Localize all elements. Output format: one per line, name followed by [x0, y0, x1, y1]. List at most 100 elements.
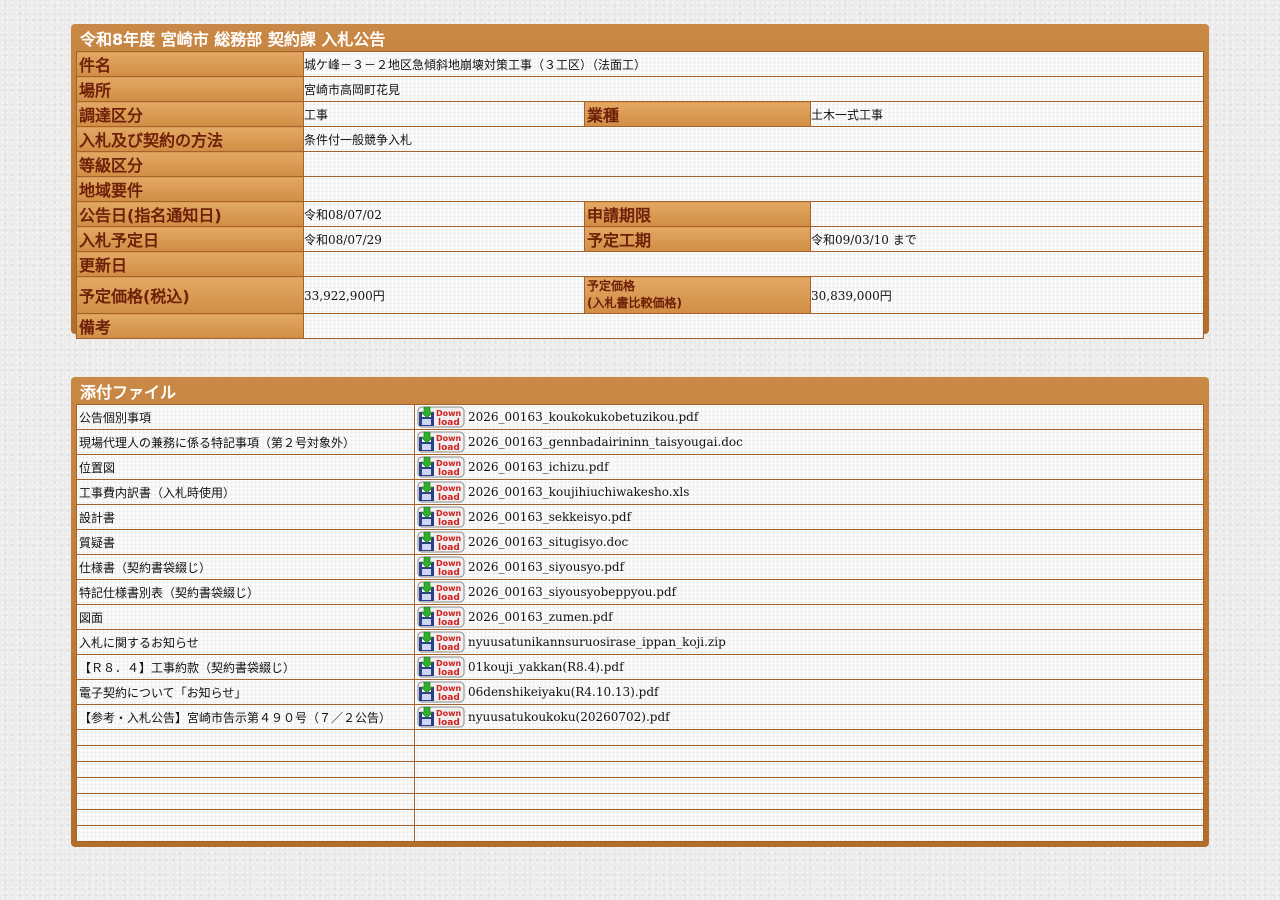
attachments-title: 添付ファイル	[80, 383, 177, 402]
attachment-name: 工事費内訳書（入札時使用）	[76, 479, 415, 505]
empty-cell	[76, 761, 415, 778]
label-subject: 件名	[76, 51, 304, 77]
svg-text:load: load	[438, 493, 460, 503]
attachment-file-cell: Down load 2026_00163_gennbadairininn_tai…	[414, 429, 1204, 455]
attachment-download-link[interactable]: Down load 2026_00163_zumen.pdf	[416, 606, 1203, 628]
attachment-download-link[interactable]: Down load 2026_00163_koukokukobetuzikou.…	[416, 406, 1203, 428]
svg-text:load: load	[438, 518, 460, 528]
download-icon[interactable]: Down load	[417, 506, 465, 528]
attachment-filename[interactable]: 2026_00163_siyousyo.pdf	[468, 560, 624, 574]
attachment-name: 公告個別事項	[76, 404, 415, 430]
attachment-filename[interactable]: 2026_00163_siyousyobeppyou.pdf	[468, 585, 676, 599]
attachment-file-cell: Down load 01kouji_yakkan(R8.4).pdf	[414, 654, 1204, 680]
attachment-filename[interactable]: nyuusatukoukoku(20260702).pdf	[468, 710, 670, 724]
attachment-download-link[interactable]: Down load 2026_00163_gennbadairininn_tai…	[416, 431, 1203, 453]
attachment-row: 図面 Down load 2026_00163_zumen.pdf	[76, 604, 1204, 630]
download-icon[interactable]: Down load	[417, 706, 465, 728]
download-icon[interactable]: Down load	[417, 481, 465, 503]
empty-cell	[76, 745, 415, 762]
download-icon[interactable]: Down load	[417, 556, 465, 578]
empty-cell	[76, 777, 415, 794]
attachment-filename[interactable]: 2026_00163_gennbadairininn_taisyougai.do…	[468, 435, 743, 449]
label-comparison-price-line1: 予定価格	[587, 279, 636, 293]
value-industry: 土木一式工事	[810, 101, 1204, 127]
download-icon[interactable]: Down load	[417, 631, 465, 653]
download-icon[interactable]: Down load	[417, 406, 465, 428]
empty-cell	[414, 809, 1204, 826]
download-icon[interactable]: Down load	[417, 606, 465, 628]
attachment-name: 特記仕様書別表（契約書袋綴じ）	[76, 579, 415, 605]
attachment-row: 現場代理人の兼務に係る特記事項（第２号対象外） Down load 2026_0…	[76, 429, 1204, 455]
label-comparison-price-line2: (入札書比較価格)	[587, 296, 682, 310]
attachment-download-link[interactable]: Down load 01kouji_yakkan(R8.4).pdf	[416, 656, 1203, 678]
svg-text:load: load	[438, 543, 460, 553]
notice-title: 令和8年度 宮崎市 総務部 契約課 入札公告	[80, 30, 386, 49]
attachment-download-link[interactable]: Down load 2026_00163_koujihiuchiwakesho.…	[416, 481, 1203, 503]
attachment-download-link[interactable]: Down load 06denshikeiyaku(R4.10.13).pdf	[416, 681, 1203, 703]
download-icon[interactable]: Down load	[417, 681, 465, 703]
attachment-filename[interactable]: 2026_00163_koukokukobetuzikou.pdf	[468, 410, 698, 424]
attachment-filename[interactable]: nyuusatunikannsuruosirase_ippan_koji.zip	[468, 635, 726, 649]
download-icon[interactable]: Down load	[417, 431, 465, 453]
attachment-filename[interactable]: 06denshikeiyaku(R4.10.13).pdf	[468, 685, 658, 699]
row-price: 予定価格(税込) 33,922,900円 予定価格 (入札書比較価格) 30,8…	[76, 276, 1204, 314]
svg-text:load: load	[438, 443, 460, 453]
attachment-download-link[interactable]: Down load nyuusatunikannsuruosirase_ippa…	[416, 631, 1203, 653]
attachment-filename[interactable]: 2026_00163_ichizu.pdf	[468, 460, 609, 474]
attachment-empty-row	[76, 761, 1204, 778]
row-subject: 件名 城ケ峰－３－２地区急傾斜地崩壊対策工事（３工区）（法面工）	[76, 51, 1204, 77]
value-announce-date: 令和08/07/02	[303, 201, 585, 227]
svg-text:Down: Down	[436, 659, 462, 668]
row-region: 地域要件	[76, 176, 1204, 202]
attachment-download-link[interactable]: Down load 2026_00163_situgisyo.doc	[416, 531, 1203, 553]
download-icon[interactable]: Down load	[417, 581, 465, 603]
svg-text:Down: Down	[436, 509, 462, 518]
attachment-filename[interactable]: 01kouji_yakkan(R8.4).pdf	[468, 660, 624, 674]
label-industry: 業種	[584, 101, 811, 127]
attachment-name: 仕様書（契約書袋綴じ）	[76, 554, 415, 580]
value-procurement: 工事	[303, 101, 585, 127]
svg-text:Down: Down	[436, 459, 462, 468]
attachment-filename[interactable]: 2026_00163_sekkeisyo.pdf	[468, 510, 631, 524]
svg-text:Down: Down	[436, 634, 462, 643]
attachment-download-link[interactable]: Down load 2026_00163_sekkeisyo.pdf	[416, 506, 1203, 528]
attachment-file-cell: Down load 2026_00163_koujihiuchiwakesho.…	[414, 479, 1204, 505]
attachment-name: 図面	[76, 604, 415, 630]
attachment-empty-row	[76, 793, 1204, 810]
attachment-file-cell: Down load 06denshikeiyaku(R4.10.13).pdf	[414, 679, 1204, 705]
label-method: 入札及び契約の方法	[76, 126, 304, 152]
attachment-name: 質疑書	[76, 529, 415, 555]
download-icon[interactable]: Down load	[417, 531, 465, 553]
attachment-row: 工事費内訳書（入札時使用） Down load 2026_00163_kouji…	[76, 479, 1204, 505]
row-method: 入札及び契約の方法 条件付一般競争入札	[76, 126, 1204, 152]
svg-text:load: load	[438, 693, 460, 703]
attachment-row: 電子契約について「お知らせ」 Down load 06denshikeiyaku…	[76, 679, 1204, 705]
svg-text:load: load	[438, 418, 460, 428]
svg-text:Down: Down	[436, 434, 462, 443]
attachment-file-cell: Down load 2026_00163_sekkeisyo.pdf	[414, 504, 1204, 530]
svg-text:Down: Down	[436, 609, 462, 618]
attachment-download-link[interactable]: Down load 2026_00163_siyousyobeppyou.pdf	[416, 581, 1203, 603]
svg-text:Down: Down	[436, 584, 462, 593]
label-estimated-price: 予定価格(税込)	[76, 276, 304, 314]
label-procurement: 調達区分	[76, 101, 304, 127]
svg-text:Down: Down	[436, 484, 462, 493]
attachment-filename[interactable]: 2026_00163_situgisyo.doc	[468, 535, 628, 549]
download-icon[interactable]: Down load	[417, 456, 465, 478]
svg-text:load: load	[438, 668, 460, 678]
download-icon[interactable]: Down load	[417, 656, 465, 678]
svg-text:Down: Down	[436, 709, 462, 718]
attachments-table: 公告個別事項 Down load 2026_00163_koukokukobet…	[76, 404, 1204, 842]
attachment-download-link[interactable]: Down load nyuusatukoukoku(20260702).pdf	[416, 706, 1203, 728]
attachment-filename[interactable]: 2026_00163_zumen.pdf	[468, 610, 613, 624]
attachment-download-link[interactable]: Down load 2026_00163_siyousyo.pdf	[416, 556, 1203, 578]
empty-cell	[76, 729, 415, 746]
empty-cell	[76, 793, 415, 810]
label-construction-period: 予定工期	[584, 226, 811, 252]
svg-text:Down: Down	[436, 684, 462, 693]
attachment-filename[interactable]: 2026_00163_koujihiuchiwakesho.xls	[468, 485, 689, 499]
svg-text:Down: Down	[436, 559, 462, 568]
value-application-deadline	[810, 201, 1204, 227]
attachment-download-link[interactable]: Down load 2026_00163_ichizu.pdf	[416, 456, 1203, 478]
attachment-empty-row	[76, 777, 1204, 794]
